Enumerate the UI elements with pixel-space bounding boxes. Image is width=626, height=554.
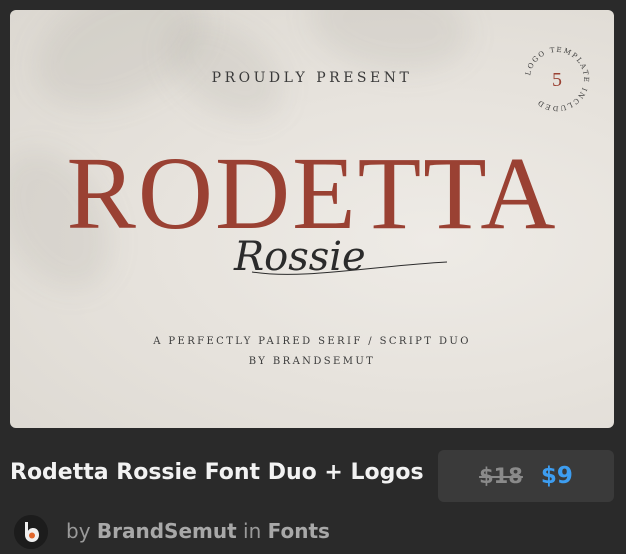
old-price: $18: [479, 464, 523, 488]
brandsemut-logo-icon: [14, 515, 48, 549]
preview-byline: BY BRANDSEMUT: [248, 356, 376, 367]
author-name-link[interactable]: BrandSemut: [97, 519, 237, 543]
sale-price: $9: [540, 463, 573, 489]
preview-tagline: A PERFECTLY PAIRED SERIF / SCRIPT DUO: [153, 336, 471, 347]
price-button[interactable]: $18 $9: [438, 450, 614, 502]
badge-number: 5: [552, 69, 562, 91]
category-link[interactable]: Fonts: [268, 519, 330, 543]
product-preview-image[interactable]: PROUDLY PRESENT LOGO TEMPLATE INCLUDED 5…: [10, 10, 614, 428]
preview-title-script: Rossie: [233, 234, 448, 280]
author-avatar[interactable]: [14, 515, 48, 549]
in-label: in: [243, 519, 262, 543]
by-label: by: [66, 519, 91, 543]
product-title-link[interactable]: Rodetta Rossie Font Duo + Logos: [10, 460, 424, 485]
logo-template-badge: LOGO TEMPLATE INCLUDED 5: [522, 44, 592, 114]
script-word: Rossie: [233, 234, 366, 280]
author-byline: by BrandSemut in Fonts: [66, 519, 330, 543]
